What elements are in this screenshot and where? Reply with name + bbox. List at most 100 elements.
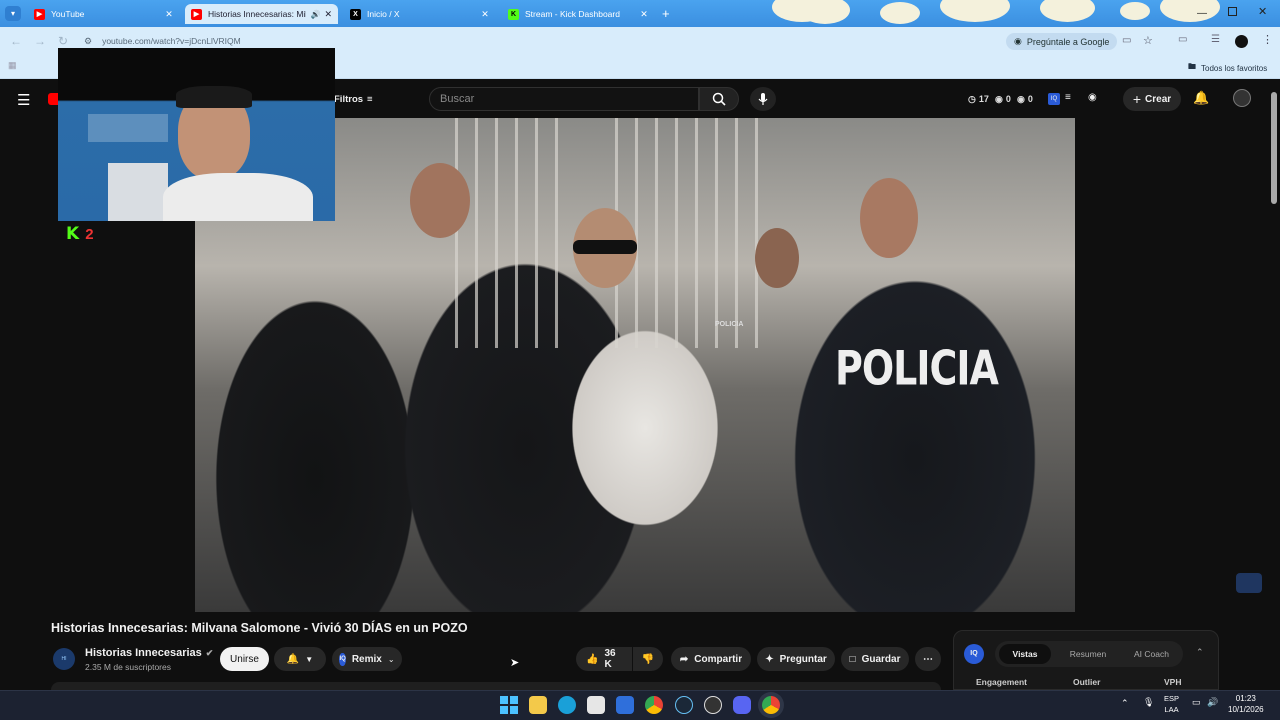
notifications-bell-icon[interactable]: 🔔 [1193,90,1209,106]
panel-tab-vistas[interactable]: Vistas [999,644,1051,664]
person-head [755,228,799,288]
more-actions-button[interactable]: ⋯ [915,647,941,671]
search-button[interactable] [699,87,739,111]
folder-icon: 🖿 [1188,62,1196,71]
google-lens-icon: ◉ [1014,36,1022,46]
x-icon: X [350,8,361,20]
chevron-down-icon: ⌄ [387,654,395,664]
search-icon [712,92,726,106]
forward-icon[interactable]: → [34,34,46,48]
hamburger-menu-icon[interactable]: ☰ [17,91,30,109]
vidiq-extension-icon[interactable]: IQ [1048,93,1060,105]
extensions-icon[interactable]: ▭ [1178,34,1187,45]
speaker-icon[interactable]: 🔊 [310,10,320,19]
sunglasses [573,240,637,254]
list-icon[interactable]: ≡ [1065,92,1071,103]
collapse-icon[interactable]: ⌃ [1196,647,1204,658]
page-scrollbar[interactable] [1271,92,1277,204]
voice-search-button[interactable] [750,87,776,111]
dislike-button[interactable]: 👎 [633,647,663,671]
stat-clock: ◷ 17 [968,94,989,105]
column-engagement: Engagement [976,677,1028,687]
microphone-icon [758,93,768,105]
edge-icon[interactable] [558,696,576,714]
channel-watermark [1236,573,1262,593]
search-placeholder: Buscar [440,93,475,105]
panel-tab-ai-coach[interactable]: AI Coach [1124,644,1179,664]
bookmark-star-icon[interactable]: ☆ [1143,34,1153,47]
uniform-patch: POLICIA [715,321,744,328]
tab-historias[interactable]: ▶ Historias Innecesarias: Milvana Sa 🔊 ✕ [185,4,338,24]
obs-icon[interactable] [704,696,722,714]
close-window-icon[interactable]: ✕ [1258,5,1267,18]
back-icon[interactable]: ← [10,34,22,48]
clock-icon: ◷ [968,94,976,104]
remix-button[interactable]: IQ Remix ⌄ [332,647,402,671]
filters-button[interactable]: Filtros ≡ [334,94,373,105]
volume-icon[interactable]: 🔊 [1207,697,1218,708]
maximize-icon[interactable] [1228,7,1237,16]
remix-label: Remix [351,653,382,665]
stat-other: ◉ 0 [1017,94,1033,105]
network-icon[interactable]: ▭ [1192,697,1201,708]
subscribe-notifications-button[interactable]: 🔔 ▼ [274,647,326,671]
account-avatar[interactable] [1233,89,1251,107]
ask-google-label: Pregúntale a Google [1026,36,1110,47]
tray-mic-icon[interactable]: 🎙 [1143,697,1154,708]
tab-youtube[interactable]: ▶ YouTube ✕ [28,4,180,24]
join-button[interactable]: Unirse [220,647,269,671]
store-icon[interactable] [587,696,605,714]
sliders-icon: ≡ [367,94,373,105]
channel-avatar[interactable]: HI [53,648,75,670]
close-icon[interactable]: ✕ [480,9,490,20]
like-button[interactable]: 👍 36 K [576,647,632,671]
language-indicator[interactable]: ESP LAA [1164,693,1179,715]
kick-icon: K [66,224,80,244]
reading-list-icon[interactable]: ☰ [1211,34,1220,45]
tab-title: Inicio / X [367,9,400,19]
channel-name[interactable]: Historias Innecesarias ✔ [85,647,213,659]
discord-icon[interactable] [733,696,751,714]
windows-taskbar [0,690,1280,720]
close-icon[interactable]: ✕ [639,9,649,20]
youtube-icon: ▶ [34,8,45,20]
reload-icon[interactable]: ↻ [58,34,68,48]
install-icon[interactable]: ▭ [1122,35,1131,46]
all-bookmarks[interactable]: 🖿 Todos los favoritos [1188,61,1267,75]
tab-x[interactable]: X Inicio / X ✕ [344,4,496,24]
steam-icon[interactable] [675,696,693,714]
panel-tab-resumen[interactable]: Resumen [1062,644,1114,664]
share-button[interactable]: ➦ Compartir [671,647,751,671]
description-box[interactable] [51,682,941,690]
eye-icon: ◉ [1017,94,1025,104]
apps-icon[interactable]: ▦ [8,60,17,71]
app-icon[interactable] [616,696,634,714]
subscriber-count: 2.35 M de suscriptores [85,662,171,672]
menu-icon[interactable]: ⋮ [1262,33,1273,46]
ask-google-button[interactable]: ◉ Pregúntale a Google [1006,33,1118,50]
more-icon: ⋯ [923,653,933,665]
close-icon[interactable]: ✕ [164,9,174,20]
channel-name-text: Historias Innecesarias [85,647,202,659]
chrome-active-icon[interactable] [762,696,780,714]
tab-search-dropdown[interactable]: ▾ [5,6,21,21]
chrome-icon[interactable] [645,696,663,714]
minimize-icon[interactable]: — [1197,8,1207,19]
filters-label: Filtros [334,94,364,105]
close-icon[interactable]: ✕ [324,9,332,20]
save-button[interactable]: □ Guardar [841,647,909,671]
tab-kick[interactable]: K Stream - Kick Dashboard ✕ [502,4,655,24]
thumbs-up-icon: 👍 [586,653,599,665]
tray-chevron-icon[interactable]: ⌃ [1121,698,1129,709]
tab-title: Stream - Kick Dashboard [525,9,620,19]
search-input[interactable]: Buscar [429,87,699,111]
site-info-icon[interactable]: ⚙ [84,36,92,47]
file-explorer-icon[interactable] [529,696,547,714]
taskbar-clock[interactable]: 01:23 10/1/2026 [1228,693,1264,715]
ask-button[interactable]: ✦ Preguntar [757,647,835,671]
trophy-icon[interactable]: ◉ [1088,92,1097,103]
profile-avatar[interactable] [1235,35,1248,48]
windows-start-icon[interactable] [500,696,518,714]
new-tab-icon[interactable]: + [662,7,670,20]
create-button[interactable]: + Crear [1123,87,1181,111]
